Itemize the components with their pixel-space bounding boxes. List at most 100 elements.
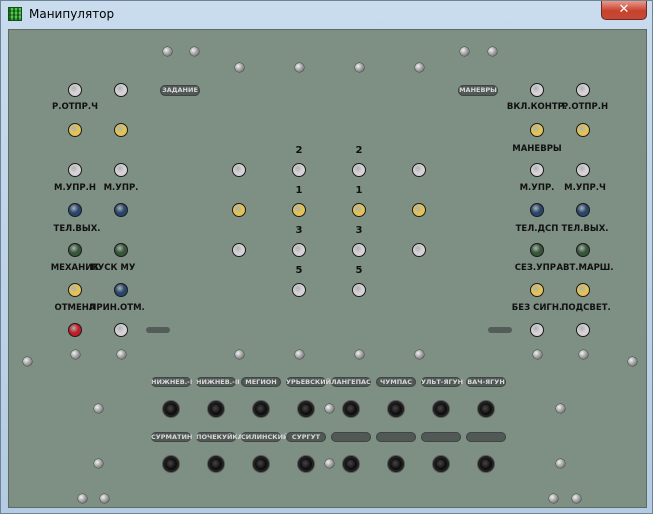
lamp-pusk-mu[interactable] xyxy=(114,243,128,257)
station-button-1[interactable]: НИЖНЕВ.-I xyxy=(151,377,192,387)
window-title: Манипулятор xyxy=(29,7,115,21)
lamp-tel-vykh[interactable] xyxy=(68,203,82,217)
app-icon xyxy=(8,7,22,21)
screw-icon xyxy=(627,356,637,366)
lamp-mekhanik[interactable] xyxy=(68,243,82,257)
station-knob-1[interactable] xyxy=(163,401,179,417)
lamp-right-7a[interactable] xyxy=(530,323,544,337)
station-button-4[interactable]: УРЬЕВСКИЙ xyxy=(286,377,331,387)
lamp-bez-sign[interactable] xyxy=(530,283,544,297)
station-knob-7[interactable] xyxy=(433,401,449,417)
lamp-center-2c[interactable] xyxy=(352,203,366,217)
screw-icon xyxy=(354,349,364,359)
lamp-right-tel-vykh[interactable] xyxy=(576,203,590,217)
lamp-r-otpr-n[interactable] xyxy=(576,83,590,97)
lamp-center-1c[interactable] xyxy=(352,163,366,177)
station-knob-12[interactable] xyxy=(298,456,314,472)
station-button-12[interactable]: СУРГУТ xyxy=(286,432,326,442)
lamp-center-2b[interactable] xyxy=(292,203,306,217)
lamp-manevry[interactable] xyxy=(530,123,544,137)
station-knob-14[interactable] xyxy=(388,456,404,472)
station-knob-6[interactable] xyxy=(388,401,404,417)
lamp-r-otpr-ch[interactable] xyxy=(68,83,82,97)
screw-icon xyxy=(93,458,103,468)
station-knob-13[interactable] xyxy=(343,456,359,472)
station-button-9[interactable]: СУРМАТИН xyxy=(151,432,192,442)
station-button-2[interactable]: НИЖНЕВ.-II xyxy=(196,377,240,387)
lamp-otmena-red[interactable] xyxy=(68,323,82,337)
lamp-otmena[interactable] xyxy=(68,283,82,297)
screw-icon xyxy=(116,349,126,359)
lamp-podsvet[interactable] xyxy=(576,283,590,297)
route-number-label: 1 xyxy=(295,185,303,196)
station-knob-11[interactable] xyxy=(253,456,269,472)
station-knob-15[interactable] xyxy=(433,456,449,472)
lamp-center-3b[interactable] xyxy=(292,243,306,257)
label-right-tel-vykh: ТЕЛ.ВЫХ. xyxy=(561,224,609,234)
station-button-13[interactable] xyxy=(331,432,371,442)
lamp-m-upr-ch[interactable] xyxy=(576,163,590,177)
lamp-center-1a[interactable] xyxy=(232,163,246,177)
lamp-left-1b[interactable] xyxy=(114,83,128,97)
lamp-m-upr[interactable] xyxy=(114,163,128,177)
station-knob-3[interactable] xyxy=(253,401,269,417)
station-knob-8[interactable] xyxy=(478,401,494,417)
label-pusk-mu: ПУСК МУ xyxy=(90,263,136,273)
lamp-center-1b[interactable] xyxy=(292,163,306,177)
maneuvers-button[interactable]: МАНЕВРЫ xyxy=(458,85,498,96)
lamp-left-2a[interactable] xyxy=(68,123,82,137)
lamp-left-7b[interactable] xyxy=(114,323,128,337)
title-bar[interactable]: Манипулятор ✕ xyxy=(1,1,652,27)
lamp-center-2a[interactable] xyxy=(232,203,246,217)
station-knob-5[interactable] xyxy=(343,401,359,417)
indicator-slot xyxy=(488,327,512,333)
lamp-sez-upr[interactable] xyxy=(530,243,544,257)
screw-icon xyxy=(294,349,304,359)
lamp-center-4c[interactable] xyxy=(352,283,366,297)
label-vkl-kontr: ВКЛ.КОНТР. xyxy=(506,102,568,112)
station-button-15[interactable] xyxy=(421,432,461,442)
station-knob-16[interactable] xyxy=(478,456,494,472)
lamp-m-upr-n[interactable] xyxy=(68,163,82,177)
control-panel: ЗАДАНИЕ МАНЕВРЫ Р.ОТПР.Ч М.УПР.Н М.УПР. ТЕЛ.В… xyxy=(8,29,647,508)
station-button-5[interactable]: ЛАНГЕПАС xyxy=(331,377,371,387)
lamp-right-2b[interactable] xyxy=(576,123,590,137)
lamp-left-4b[interactable] xyxy=(114,203,128,217)
label-tel-vykh: ТЕЛ.ВЫХ. xyxy=(53,224,101,234)
screw-icon xyxy=(555,403,565,413)
lamp-left-2b[interactable] xyxy=(114,123,128,137)
lamp-vkl-kontr[interactable] xyxy=(530,83,544,97)
lamp-right-m-upr[interactable] xyxy=(530,163,544,177)
lamp-avt-marsh[interactable] xyxy=(576,243,590,257)
lamp-tel-dsp[interactable] xyxy=(530,203,544,217)
station-button-14[interactable] xyxy=(376,432,416,442)
close-button[interactable]: ✕ xyxy=(601,1,647,20)
station-knob-2[interactable] xyxy=(208,401,224,417)
route-number-label: 2 xyxy=(295,145,303,156)
station-button-6[interactable]: ЧУМПАС xyxy=(376,377,416,387)
lamp-center-2d[interactable] xyxy=(412,203,426,217)
lamp-prin-otm[interactable] xyxy=(114,283,128,297)
screw-icon xyxy=(548,493,558,503)
screw-icon xyxy=(487,46,497,56)
label-manevry: МАНЕВРЫ xyxy=(512,144,562,154)
screw-icon xyxy=(324,403,334,413)
lamp-center-3a[interactable] xyxy=(232,243,246,257)
station-knob-10[interactable] xyxy=(208,456,224,472)
screw-icon xyxy=(22,356,32,366)
station-button-11[interactable]: СИЛИНСКИЙ xyxy=(241,432,288,442)
station-button-16[interactable] xyxy=(466,432,506,442)
station-button-8[interactable]: ВАЧ-ЯГУН xyxy=(466,377,506,387)
lamp-right-7b[interactable] xyxy=(576,323,590,337)
station-button-7[interactable]: УЛЬТ-ЯГУН xyxy=(421,377,463,387)
lamp-center-3c[interactable] xyxy=(352,243,366,257)
task-button[interactable]: ЗАДАНИЕ xyxy=(160,85,200,96)
lamp-center-1d[interactable] xyxy=(412,163,426,177)
screw-icon xyxy=(93,403,103,413)
lamp-center-3d[interactable] xyxy=(412,243,426,257)
station-button-10[interactable]: ПОЧЕКУЙКА xyxy=(196,432,243,442)
station-knob-4[interactable] xyxy=(298,401,314,417)
station-button-3[interactable]: МЕГИОН xyxy=(241,377,281,387)
station-knob-9[interactable] xyxy=(163,456,179,472)
lamp-center-4b[interactable] xyxy=(292,283,306,297)
